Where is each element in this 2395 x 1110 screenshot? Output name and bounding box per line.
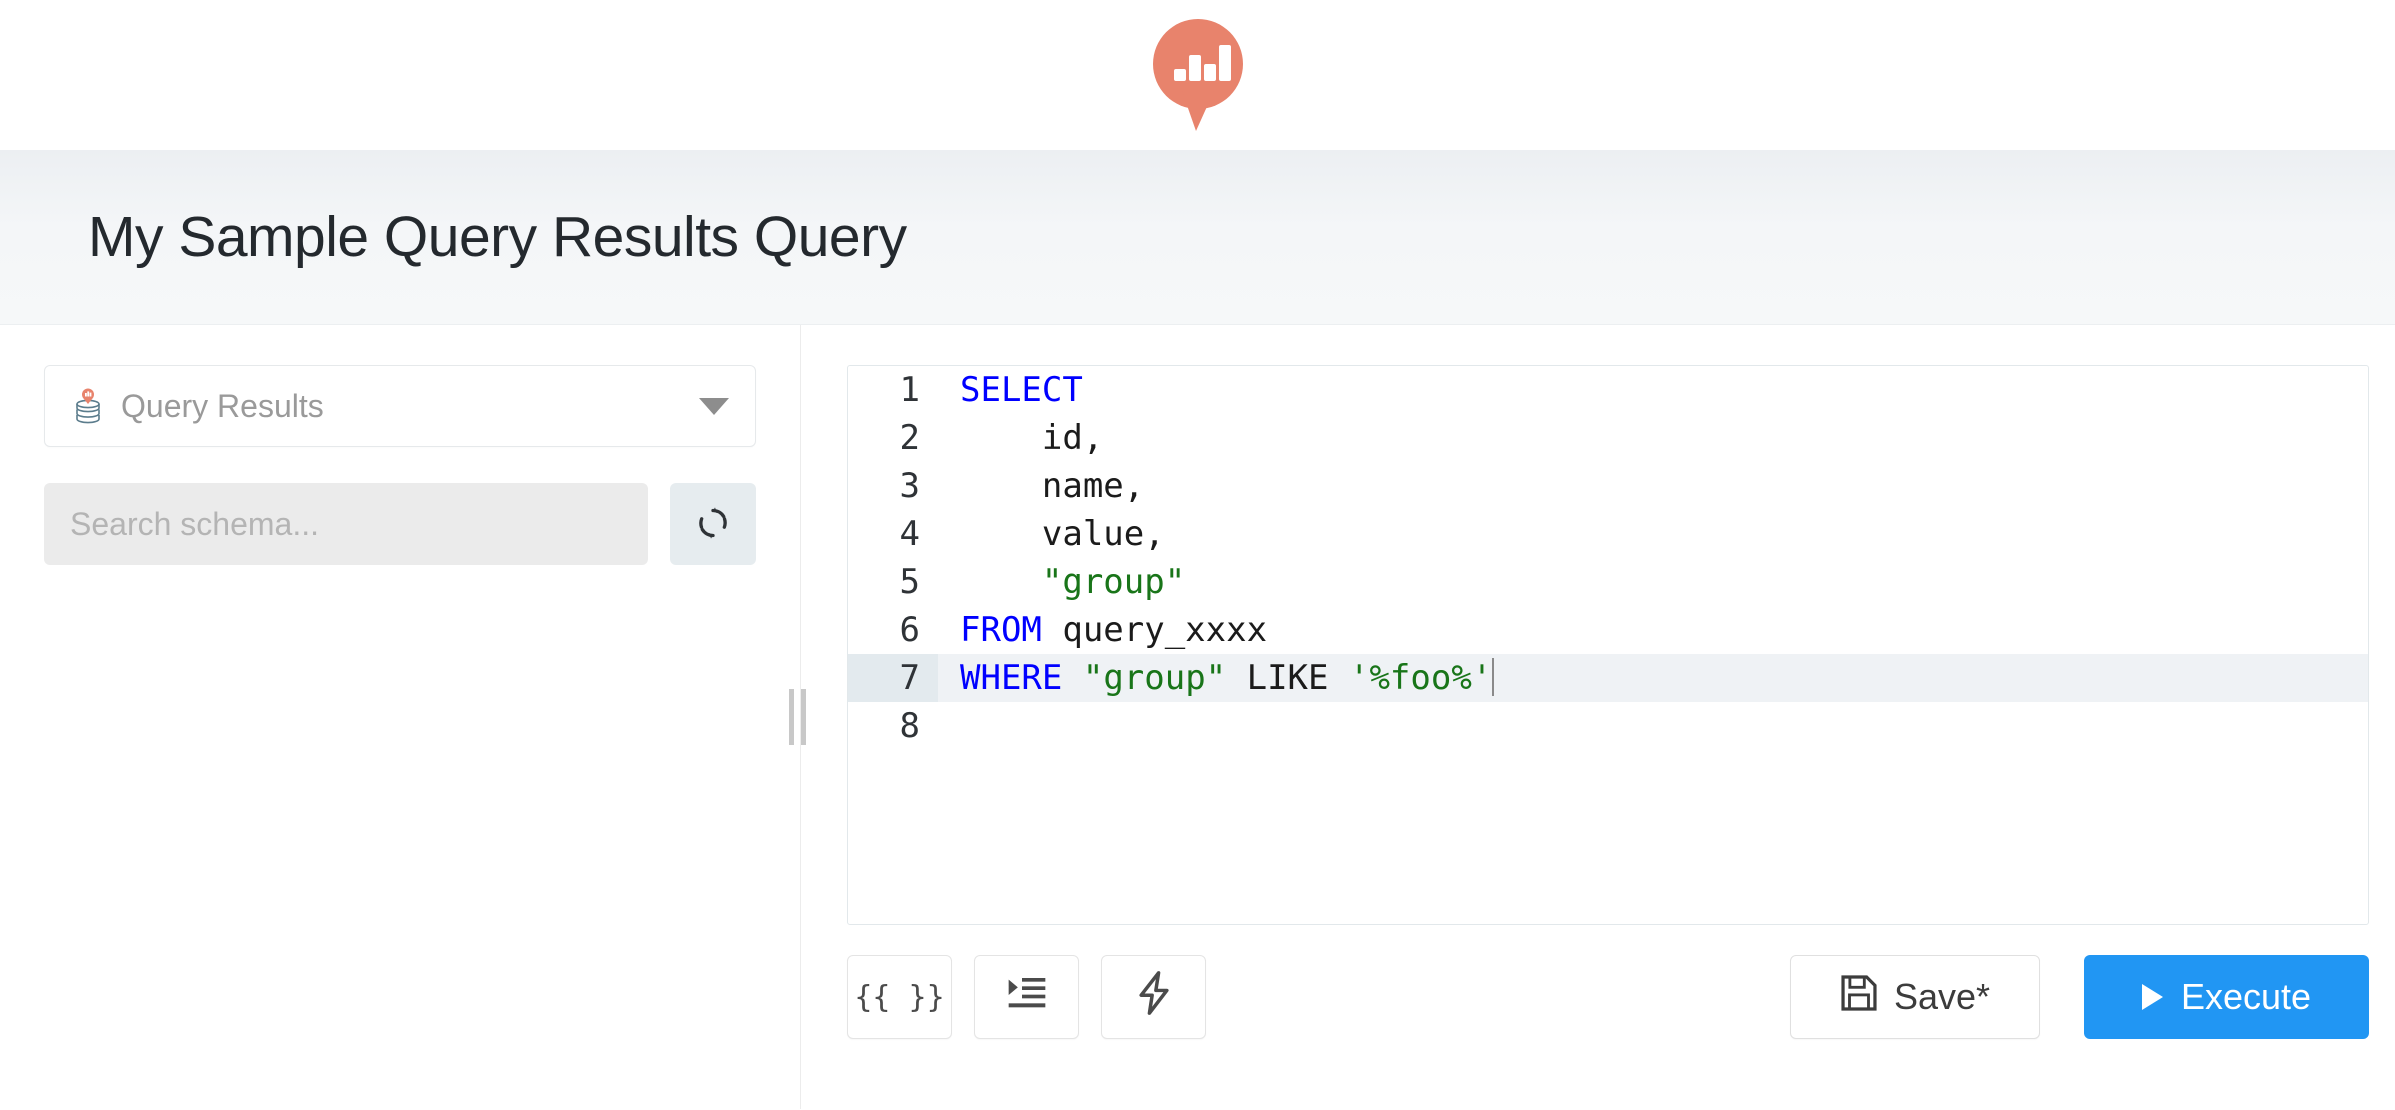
- code-line[interactable]: 8: [848, 702, 2368, 750]
- page-title: My Sample Query Results Query: [88, 204, 907, 269]
- code-token: LIKE: [1226, 658, 1349, 698]
- code-token: query_xxxx: [1041, 610, 1268, 650]
- app-logo-bar: [0, 0, 2395, 150]
- sql-editor[interactable]: 1 SELECT 2 id, 3 name, 4 value, 5 "group" 6 FRO…: [847, 365, 2369, 925]
- refresh-schema-button[interactable]: [670, 483, 756, 565]
- query-parameters-label: {{ }}: [854, 979, 945, 1015]
- data-source-select[interactable]: Query Results: [44, 365, 756, 447]
- line-number: 2: [899, 418, 920, 458]
- save-button[interactable]: Save*: [1790, 955, 2040, 1039]
- code-line[interactable]: 7 WHERE "group" LIKE '%foo%': [848, 654, 2368, 702]
- chevron-down-icon[interactable]: [699, 397, 729, 415]
- code-line[interactable]: 5 "group": [848, 558, 2368, 606]
- code-token: value,: [960, 514, 1165, 554]
- execute-button[interactable]: Execute: [2084, 955, 2369, 1039]
- format-query-button[interactable]: [974, 955, 1079, 1039]
- code-text[interactable]: name,: [938, 462, 2368, 510]
- code-token: SELECT: [960, 370, 1083, 410]
- code-token: "group": [1041, 562, 1186, 602]
- code-text[interactable]: SELECT: [938, 366, 2368, 414]
- line-number: 4: [899, 514, 920, 554]
- database-icon: [73, 388, 103, 424]
- code-token: "group": [1082, 658, 1227, 698]
- code-token: id,: [960, 418, 1104, 458]
- splitter-grip[interactable]: [786, 689, 808, 745]
- floppy-disk-icon: [1840, 974, 1878, 1021]
- code-line[interactable]: 3 name,: [848, 462, 2368, 510]
- code-text[interactable]: FROM query_xxxx: [938, 606, 2368, 654]
- save-button-label: Save*: [1893, 976, 1991, 1017]
- query-editor-panel: 1 SELECT 2 id, 3 name, 4 value, 5 "group" 6 FRO…: [801, 325, 2395, 1109]
- code-text[interactable]: value,: [938, 510, 2368, 558]
- code-line[interactable]: 4 value,: [848, 510, 2368, 558]
- bar-chart-speech-bubble-logo[interactable]: [1152, 19, 1244, 131]
- line-number: 1: [899, 370, 920, 410]
- lightning-bolt-icon: [1136, 971, 1172, 1023]
- grip-bar: [800, 689, 806, 745]
- text-cursor: [1492, 658, 1495, 696]
- grip-bar: [788, 689, 794, 745]
- schema-browser-panel: Query Results: [0, 325, 800, 1109]
- data-source-label: Query Results: [121, 387, 324, 424]
- autocomplete-toggle-button[interactable]: [1101, 955, 1206, 1039]
- line-number: 3: [899, 466, 920, 506]
- code-text[interactable]: id,: [938, 414, 2368, 462]
- main-content: Query Results Search schema... 1 SELECT …: [0, 325, 2395, 1109]
- page-header: My Sample Query Results Query: [0, 150, 2395, 325]
- code-line[interactable]: 6 FROM query_xxxx: [848, 606, 2368, 654]
- query-parameters-button[interactable]: {{ }}: [847, 955, 952, 1039]
- code-token: '%foo%': [1348, 658, 1493, 698]
- line-number: 8: [899, 706, 920, 746]
- code-text[interactable]: [938, 702, 2368, 750]
- play-icon: [2141, 984, 2163, 1010]
- line-number: 7: [848, 654, 938, 702]
- code-text[interactable]: WHERE "group" LIKE '%foo%': [938, 654, 2368, 702]
- sql-editor-lines[interactable]: 1 SELECT 2 id, 3 name, 4 value, 5 "group" 6 FRO…: [848, 366, 2368, 750]
- code-token: WHERE: [960, 658, 1063, 698]
- code-line[interactable]: 1 SELECT: [848, 366, 2368, 414]
- line-number: 6: [899, 610, 920, 650]
- schema-search-row: [44, 483, 756, 565]
- search-schema-input[interactable]: [44, 483, 648, 565]
- code-token: name,: [960, 466, 1145, 506]
- execute-button-label: Execute: [2180, 976, 2312, 1017]
- format-indent-icon: [1007, 976, 1047, 1018]
- code-token: FROM: [960, 610, 1042, 650]
- code-text[interactable]: "group": [938, 558, 2368, 606]
- panel-splitter[interactable]: [788, 325, 806, 1109]
- line-number: 5: [899, 562, 920, 602]
- code-line[interactable]: 2 id,: [848, 414, 2368, 462]
- refresh-icon: [693, 503, 733, 546]
- editor-toolbar: {{ }} Save* Execute: [847, 955, 2369, 1039]
